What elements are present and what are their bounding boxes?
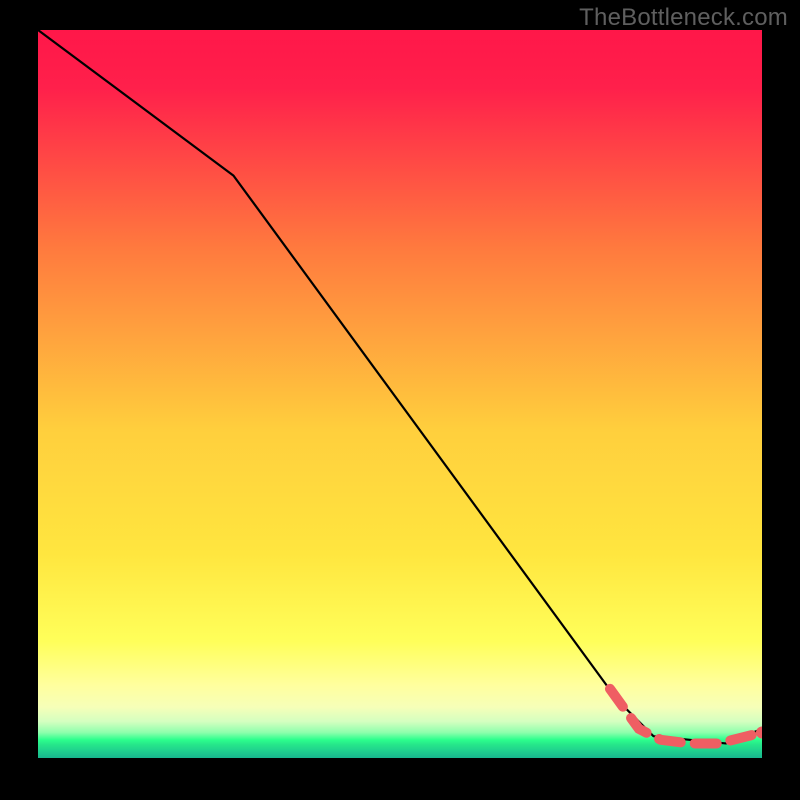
frame-right (762, 0, 800, 800)
chart-root: TheBottleneck.com (0, 0, 800, 800)
plot-area (38, 30, 762, 758)
frame-left (0, 0, 38, 800)
watermark-label: TheBottleneck.com (579, 4, 788, 32)
chart-svg (0, 0, 800, 800)
frame-bottom (0, 758, 800, 800)
